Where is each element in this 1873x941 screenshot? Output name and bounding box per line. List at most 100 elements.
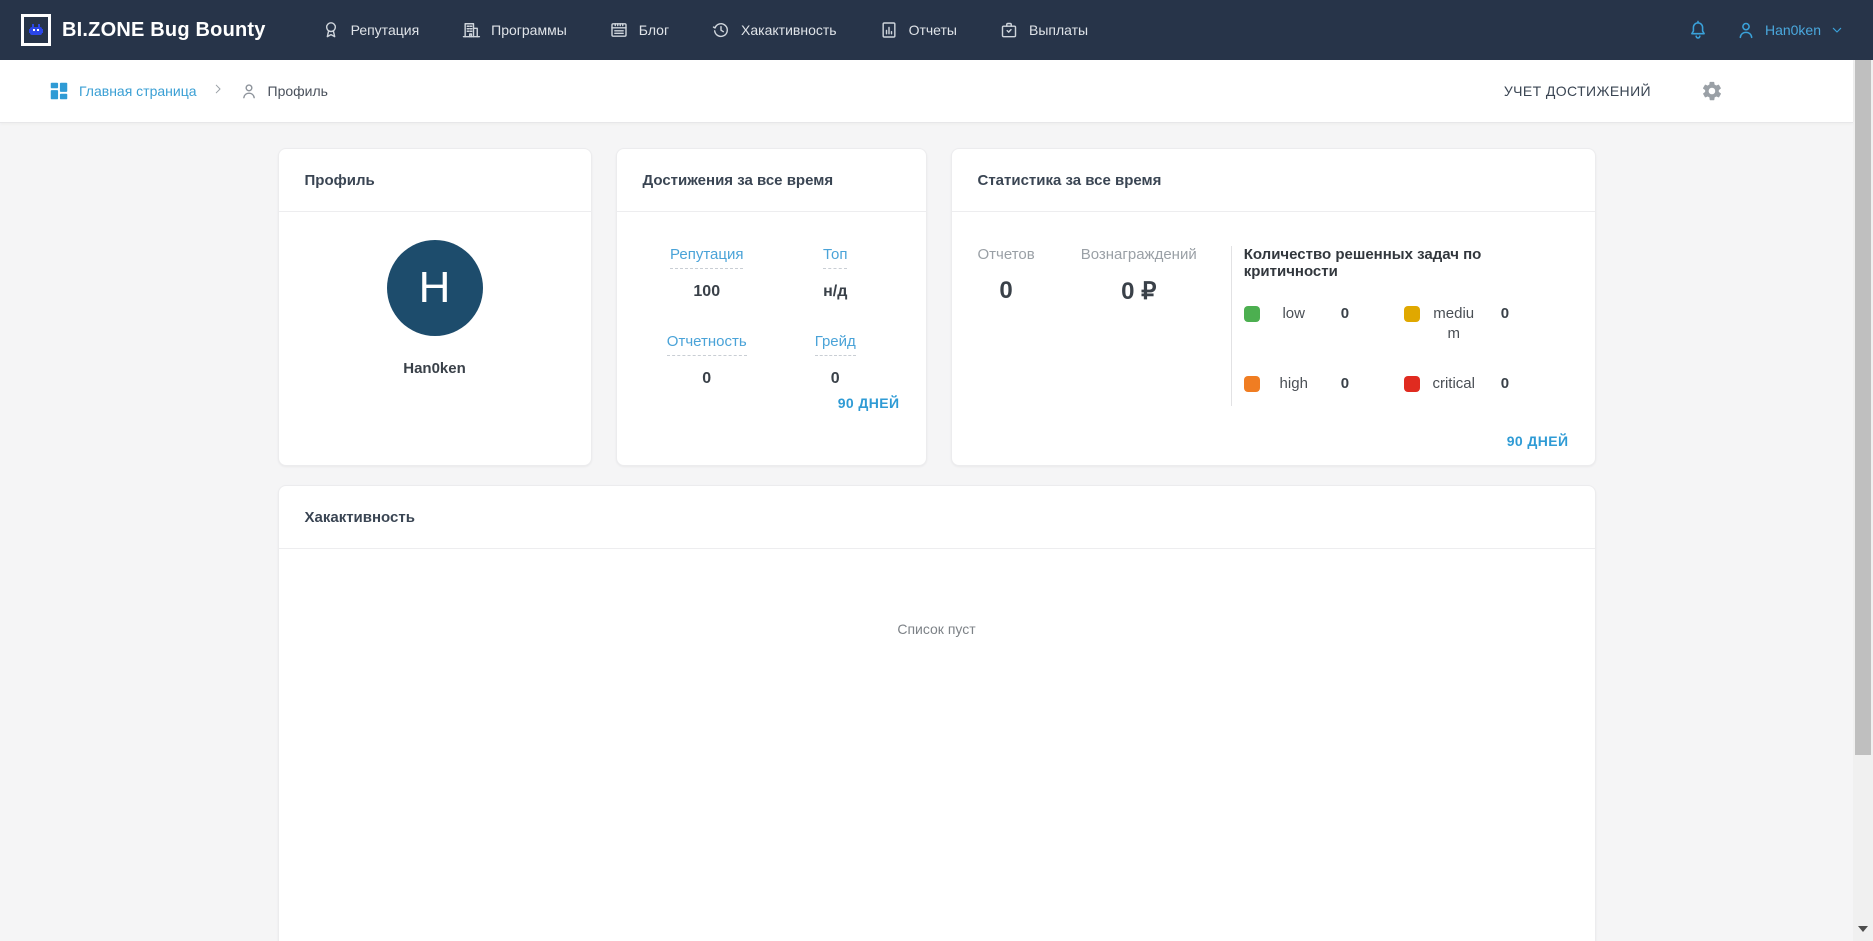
breadcrumb-current: Профиль (239, 81, 328, 101)
nav-item-hackactivity[interactable]: Хакактивность (711, 20, 837, 40)
bell-icon (1691, 20, 1705, 39)
top-navbar: BI.ZONE Bug Bounty Репутация Программы Б… (0, 0, 1873, 60)
nav-item-reputation[interactable]: Репутация (321, 20, 420, 40)
nav-item-reports[interactable]: Отчеты (879, 20, 957, 40)
triangle-down-icon (1858, 926, 1868, 932)
severity-critical-swatch (1403, 376, 1420, 392)
scrollbar-thumb[interactable] (1855, 60, 1871, 755)
profile-card-header: Профиль (278, 149, 591, 212)
username-label: Han0ken (1764, 22, 1821, 38)
nav-label: Хакактивность (741, 22, 837, 38)
empty-list-text: Список пуст (897, 621, 976, 637)
severity-critical: critical 0 (1403, 374, 1564, 394)
newspaper-icon (611, 23, 627, 37)
gear-icon (1702, 81, 1721, 101)
statistics-90-days-link[interactable]: 90 ДНЕЙ (1507, 433, 1569, 449)
stat-rewards-label: Вознаграждений (1080, 246, 1197, 263)
profile-card: Профиль H Han0ken (277, 148, 592, 466)
stat-reports-label: Отчетов (977, 246, 1035, 263)
breadcrumb-home-link[interactable]: Главная страница (48, 80, 197, 102)
scrollbar-down-arrow[interactable] (1853, 925, 1873, 933)
severity-critical-label: critical (1432, 375, 1475, 392)
dashboard-icon (50, 82, 68, 100)
stat-grade-value: 0 (830, 370, 840, 387)
nav-item-payouts[interactable]: Выплаты (999, 20, 1088, 40)
statistics-card: Статистика за все время Отчетов 0 Вознаг… (950, 148, 1596, 466)
achievements-card-title: Достижения за все время (642, 171, 834, 189)
stat-reports-value: 0 (999, 277, 1013, 304)
nav-item-blog[interactable]: Блог (609, 20, 669, 40)
nav-label: Блог (638, 22, 670, 38)
briefcase-icon (1001, 22, 1017, 38)
severity-legend: low 0 medium 0 high 0 critical 0 (1243, 304, 1569, 394)
nav-label: Программы (491, 22, 567, 38)
avatar: H (386, 240, 483, 336)
vertical-scrollbar[interactable] (1853, 60, 1873, 941)
severity-low: low 0 (1243, 304, 1404, 344)
stat-rewards-value: 0 ₽ (1121, 278, 1157, 305)
hackactivity-card-title: Хакактивность (304, 508, 415, 526)
stat-reporting: Отчетность 0 (643, 333, 772, 388)
report-icon (882, 22, 896, 38)
hackactivity-card-body: Список пуст (279, 549, 1595, 637)
severity-medium: medium 0 (1403, 304, 1564, 344)
user-icon (1739, 22, 1753, 39)
severity-block: Количество решенных задач по критичности… (1230, 246, 1569, 406)
stat-reports: Отчетов 0 (978, 246, 1035, 406)
nav-item-programs[interactable]: Программы (461, 20, 567, 40)
chevron-down-icon (1832, 27, 1842, 33)
history-icon (712, 23, 729, 38)
achievements-accounting-link[interactable]: УЧЕТ ДОСТИЖЕНИЙ (1504, 83, 1651, 99)
statistics-totals: Отчетов 0 Вознаграждений 0 ₽ (978, 246, 1231, 406)
breadcrumb: Главная страница Профиль (48, 80, 328, 102)
severity-low-value: 0 (1340, 305, 1350, 322)
nav-label: Репутация (350, 22, 420, 38)
hackactivity-card: Хакактивность Список пуст (277, 485, 1596, 941)
stat-grade-label[interactable]: Грейд (814, 333, 856, 356)
breadcrumb-home-label: Главная страница (79, 83, 197, 99)
profile-icon (242, 84, 255, 99)
stat-grade: Грейд 0 (771, 333, 900, 388)
statistics-card-header: Статистика за все время (951, 149, 1595, 212)
nav-label: Выплаты (1028, 22, 1089, 38)
stat-top: Топ н/д (771, 246, 900, 301)
severity-title: Количество решенных задач по критичности (1243, 246, 1482, 280)
severity-high-value: 0 (1340, 375, 1350, 392)
medal-icon (325, 22, 336, 38)
severity-high: high 0 (1243, 374, 1404, 394)
breadcrumb-right: УЧЕТ ДОСТИЖЕНИЙ (1504, 80, 1723, 102)
stat-reporting-value: 0 (702, 370, 712, 387)
profile-username: Han0ken (403, 360, 466, 377)
brand-logo[interactable]: BI.ZONE Bug Bounty (21, 14, 266, 46)
stat-reputation: Репутация 100 (643, 246, 772, 301)
statistics-card-title: Статистика за все время (977, 171, 1162, 189)
stat-top-label[interactable]: Топ (823, 246, 848, 269)
severity-high-label: high (1279, 375, 1308, 392)
stat-reporting-label[interactable]: Отчетность (666, 333, 747, 356)
user-menu[interactable]: Han0ken (1735, 19, 1845, 41)
stat-top-value: н/д (823, 283, 848, 300)
nav-label: Отчеты (908, 22, 957, 38)
statistics-card-body: Отчетов 0 Вознаграждений 0 ₽ Количество … (952, 212, 1595, 406)
profile-card-body: H Han0ken (279, 212, 591, 377)
notifications-button[interactable] (1687, 19, 1709, 41)
breadcrumb-current-label: Профиль (267, 83, 328, 99)
chevron-right-icon (215, 84, 221, 93)
settings-button[interactable] (1701, 80, 1723, 102)
stat-reputation-label[interactable]: Репутация (670, 246, 744, 269)
achievements-90-days-link[interactable]: 90 ДНЕЙ (838, 395, 900, 411)
achievements-grid: Репутация 100 Топ н/д Отчетность 0 Грейд… (617, 212, 926, 388)
severity-medium-label: medium (1433, 305, 1475, 342)
severity-high-swatch (1243, 376, 1260, 392)
stat-rewards: Вознаграждений 0 ₽ (1081, 246, 1197, 406)
navbar-right: Han0ken (1687, 19, 1845, 41)
achievements-card-header: Достижения за все время (616, 149, 926, 212)
profile-card-title: Профиль (304, 171, 375, 189)
breadcrumb-separator (211, 82, 225, 101)
stat-reputation-value: 100 (693, 283, 721, 300)
main-nav: Репутация Программы Блог Хакактивность О… (321, 20, 1088, 40)
achievements-card: Достижения за все время Репутация 100 То… (615, 148, 927, 466)
hackactivity-card-header: Хакактивность (278, 486, 1595, 549)
bizone-logo-icon (21, 14, 51, 46)
severity-medium-swatch (1403, 306, 1420, 322)
